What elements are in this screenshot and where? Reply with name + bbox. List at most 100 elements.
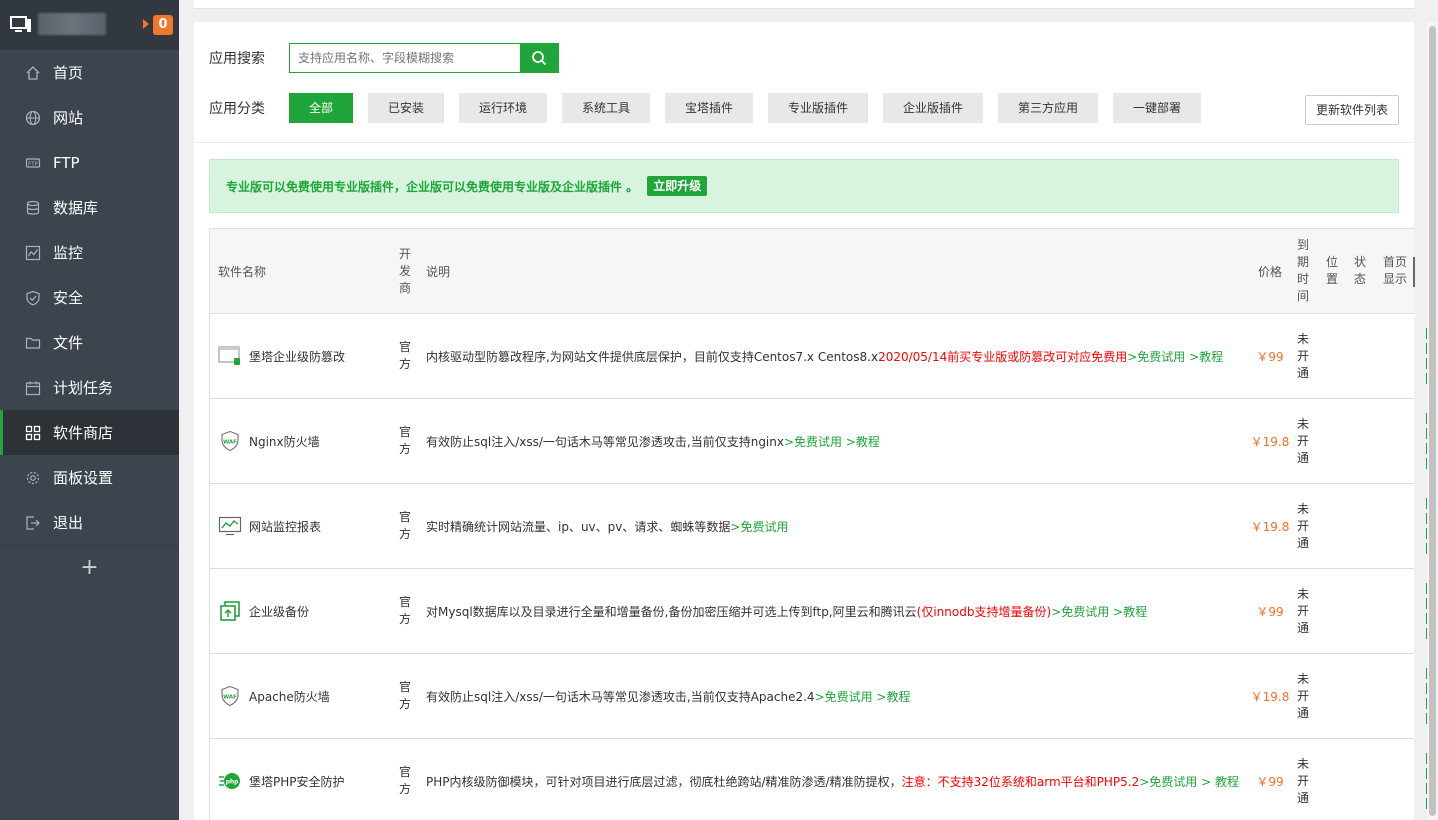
svg-text:WAF: WAF <box>223 440 237 446</box>
developer-cell: 官方 <box>398 595 411 626</box>
php-security-icon: php <box>218 769 242 793</box>
category-runtime[interactable]: 运行环境 <box>459 93 547 123</box>
ftp-icon: FTP <box>24 154 42 172</box>
expire-cell: 未开通 <box>1296 671 1309 720</box>
sidebar-item-cron[interactable]: 计划任务 <box>0 365 179 410</box>
category-all[interactable]: 全部 <box>289 93 353 123</box>
trial-tutorial-link[interactable]: >免费试用 >教程 <box>1051 603 1147 620</box>
table-row: 网站监控报表 官方 实时精确统计网站流量、ip、uv、pv、请求、蜘蛛等数据 >… <box>210 484 1429 569</box>
notice-text: 专业版可以免费使用专业版插件，企业版可以免费使用专业版及企业版插件 。 <box>226 179 639 194</box>
description-cell: 有效防止sql注入/xss/一句话木马等常见渗透攻击,当前仅支持nginx >免… <box>426 399 1246 483</box>
sidebar-item-label: 安全 <box>53 289 84 307</box>
gear-icon <box>24 469 42 487</box>
header-operation-cutoff <box>1413 257 1415 287</box>
header-expire[interactable]: 到期时间 <box>1296 229 1310 313</box>
sidebar-item-website[interactable]: 网站 <box>0 95 179 140</box>
folder-icon <box>24 334 42 352</box>
update-software-list-button[interactable]: 更新软件列表 <box>1305 95 1399 125</box>
tamper-proof-icon <box>218 344 242 368</box>
description-cell: 内核驱动型防篡改程序,为网站文件提供底层保护，目前仅支持Centos7.x Ce… <box>426 314 1246 398</box>
home-icon <box>24 64 42 82</box>
header-name[interactable]: 软件名称 <box>218 229 388 313</box>
sidebar-item-files[interactable]: 文件 <box>0 320 179 365</box>
svg-text:FTP: FTP <box>28 161 38 167</box>
category-pro-plugins[interactable]: 专业版插件 <box>768 93 868 123</box>
waf-shield-icon: WAF <box>218 429 242 453</box>
sidebar-item-panel-settings[interactable]: 面板设置 <box>0 455 179 500</box>
software-name[interactable]: 堡塔PHP安全防护 <box>249 773 345 790</box>
sidebar-item-ftp[interactable]: FTP FTP <box>0 140 179 185</box>
category-installed[interactable]: 已安装 <box>368 93 444 123</box>
sidebar-item-software-store[interactable]: 软件商店 <box>0 410 179 455</box>
expire-cell: 未开通 <box>1296 756 1309 805</box>
monitor-chart-icon <box>24 244 42 262</box>
sidebar-item-home[interactable]: 首页 <box>0 50 179 95</box>
category-third-party[interactable]: 第三方应用 <box>998 93 1098 123</box>
notification-badge[interactable]: 0 <box>153 15 173 35</box>
globe-icon <box>24 109 42 127</box>
description-text: 有效防止sql注入/xss/一句话木马等常见渗透攻击,当前仅支持Apache2.… <box>426 689 815 704</box>
category-enterprise-plugins[interactable]: 企业版插件 <box>883 93 983 123</box>
software-name[interactable]: 企业级备份 <box>249 603 309 620</box>
page-scrollbar[interactable] <box>1427 22 1438 820</box>
software-name[interactable]: 网站监控报表 <box>249 518 321 535</box>
table-row: 堡塔企业级防篡改 官方 内核驱动型防篡改程序,为网站文件提供底层保护，目前仅支持… <box>210 314 1429 399</box>
description-cell: PHP内核级防御模块，可针对项目进行底层过滤，彻底杜绝跨站/精准防渗透/精准防提… <box>426 739 1246 820</box>
scrollbar-thumb[interactable] <box>1429 26 1436 816</box>
category-row: 应用分类 全部 已安装 运行环境 系统工具 宝塔插件 专业版插件 企业版插件 第… <box>209 93 1216 123</box>
monitor-icon <box>10 16 31 32</box>
sidebar-header: 0 <box>0 0 179 50</box>
sidebar-item-database[interactable]: 数据库 <box>0 185 179 230</box>
sidebar-item-label: 监控 <box>53 244 84 262</box>
header-status: 状态 <box>1353 255 1366 286</box>
category-one-click-deploy[interactable]: 一键部署 <box>1113 93 1201 123</box>
svg-text:WAF: WAF <box>223 695 237 701</box>
search-button[interactable] <box>520 44 558 72</box>
expire-cell: 未开通 <box>1296 586 1309 635</box>
sidebar: 0 首页 网站 FTP FTP 数据库 监控 安全 文件 计划任务 软件商店 面… <box>0 0 179 820</box>
software-name-cell: WAF Apache防火墙 <box>218 654 388 738</box>
price-cell: ￥99 <box>1256 774 1284 789</box>
description-text: 内核驱动型防篡改程序,为网站文件提供底层保护，目前仅支持Centos7.x Ce… <box>426 349 879 364</box>
waf-shield-icon: WAF <box>218 684 242 708</box>
software-name-cell: 企业级备份 <box>218 569 388 653</box>
header-price[interactable]: 价格 <box>1246 229 1294 313</box>
sidebar-item-monitor[interactable]: 监控 <box>0 230 179 275</box>
description-warning: (仅innodb支持增量备份) <box>916 604 1052 619</box>
description-cell: 有效防止sql注入/xss/一句话木马等常见渗透攻击,当前仅支持Apache2.… <box>426 654 1246 738</box>
trial-tutorial-link[interactable]: >免费试用 > 教程 <box>1139 773 1239 790</box>
category-bt-plugins[interactable]: 宝塔插件 <box>665 93 753 123</box>
trial-tutorial-link[interactable]: >免费试用 >教程 <box>784 433 880 450</box>
upgrade-now-button[interactable]: 立即升级 <box>647 176 708 196</box>
price-cell: ￥99 <box>1256 349 1284 364</box>
software-store-panel: 应用搜索 应用分类 全部 已安装 运行环境 系统工具 宝塔插件 专业版插件 企业… <box>194 22 1429 820</box>
expire-cell: 未开通 <box>1296 501 1309 550</box>
sidebar-item-label: 计划任务 <box>53 379 114 397</box>
backup-icon <box>218 599 242 623</box>
blurred-server-name <box>38 13 106 35</box>
developer-cell: 官方 <box>398 680 411 711</box>
add-menu-button[interactable]: + <box>0 545 179 589</box>
trial-link[interactable]: >免费试用 <box>730 518 788 535</box>
software-name[interactable]: Apache防火墙 <box>249 688 330 705</box>
table-row: WAF Nginx防火墙 官方 有效防止sql注入/xss/一句话木马等常见渗透… <box>210 399 1429 484</box>
software-name[interactable]: 堡塔企业级防篡改 <box>249 348 345 365</box>
software-name-cell: 堡塔企业级防篡改 <box>218 314 388 398</box>
software-name[interactable]: Nginx防火墙 <box>249 433 320 450</box>
sidebar-item-logout[interactable]: 退出 <box>0 500 179 545</box>
trial-tutorial-link[interactable]: >免费试用 >教程 <box>815 688 911 705</box>
sidebar-item-label: 网站 <box>53 109 84 127</box>
calendar-icon <box>24 379 42 397</box>
search-input[interactable] <box>290 44 520 72</box>
search-row: 应用搜索 <box>209 43 559 73</box>
sidebar-item-security[interactable]: 安全 <box>0 275 179 320</box>
top-panel-strip <box>194 0 1414 9</box>
table-header: 软件名称 开发商 说明 价格 到期时间 位置 状态 首页 显示 <box>210 229 1415 314</box>
category-system-tools[interactable]: 系统工具 <box>562 93 650 123</box>
table-row: php 堡塔PHP安全防护 官方 PHP内核级防御模块，可针对项目进行底层过滤，… <box>210 739 1429 820</box>
description-text: 对Mysql数据库以及目录进行全量和增量备份,备份加密压缩并可选上传到ftp,阿… <box>426 604 917 619</box>
table-row: WAF Apache防火墙 官方 有效防止sql注入/xss/一句话木马等常见渗… <box>210 654 1429 739</box>
svg-text:php: php <box>226 779 240 786</box>
logout-icon <box>24 514 42 532</box>
trial-tutorial-link[interactable]: >免费试用 >教程 <box>1127 348 1223 365</box>
